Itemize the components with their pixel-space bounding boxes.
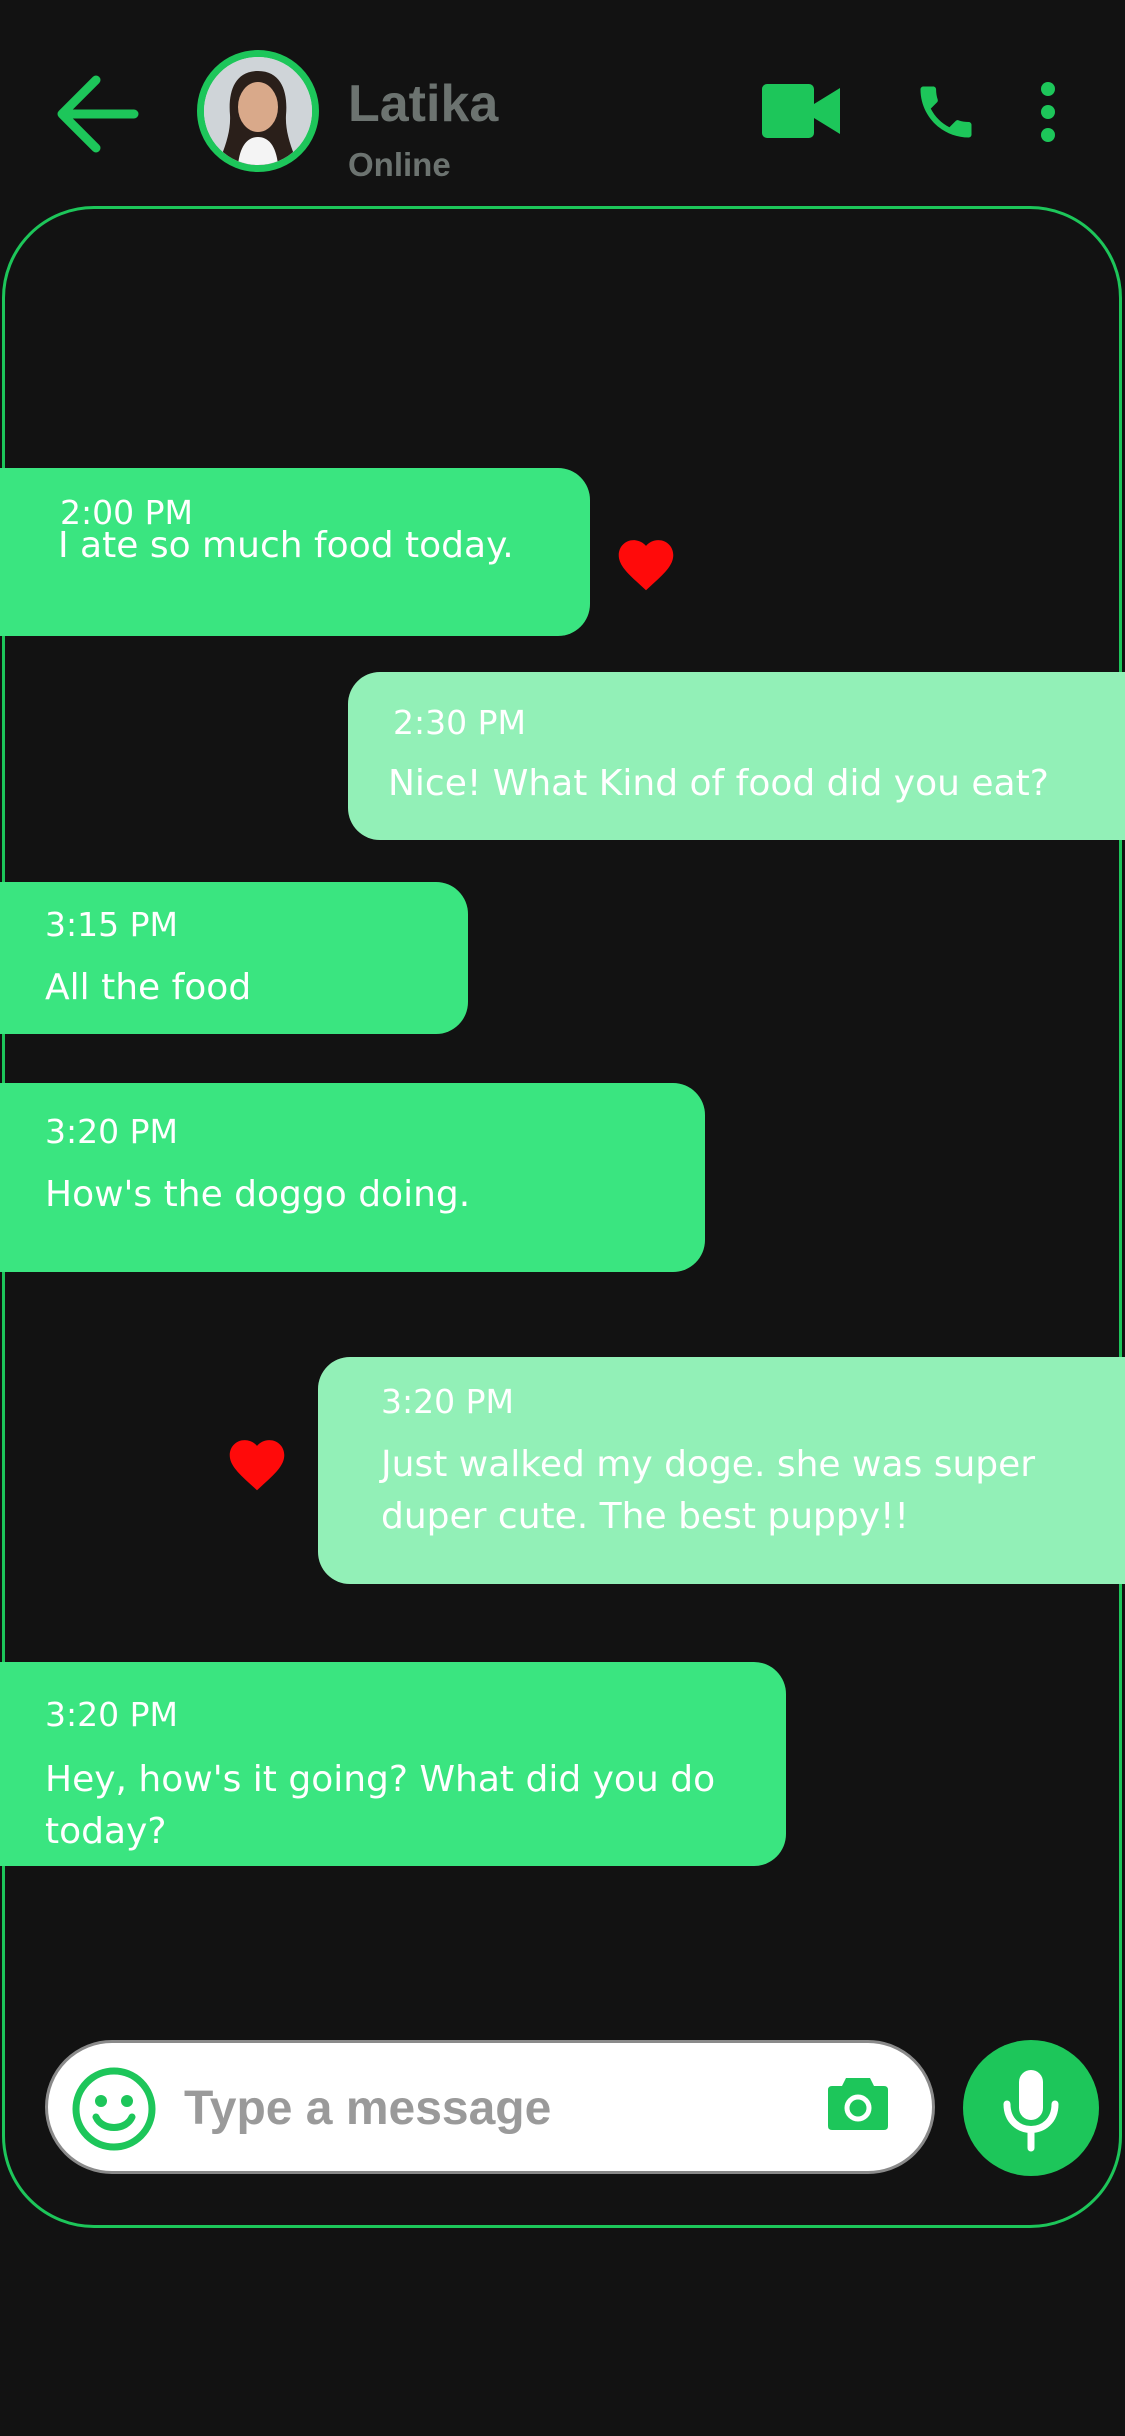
microphone-icon	[1003, 2070, 1059, 2152]
message-time: 3:15 PM	[45, 905, 178, 944]
emoji-button[interactable]	[70, 2065, 158, 2153]
message-text: How's the doggo doing.	[45, 1174, 471, 1215]
video-camera-icon	[762, 84, 840, 138]
message-text: Just walked my doge. she was super duper…	[381, 1444, 1036, 1537]
camera-button[interactable]	[826, 2074, 890, 2132]
video-call-button[interactable]	[760, 80, 842, 142]
message-text: Hey, how's it going? What did you do tod…	[45, 1759, 716, 1852]
message-bubble-incoming[interactable]: 3:20 PM Hey, how's it going? What did yo…	[0, 1662, 786, 1866]
message-bubble-incoming[interactable]: 2:00 PM I ate so much food today.	[0, 468, 590, 636]
smiley-icon	[72, 2067, 156, 2151]
contact-name: Latika	[348, 75, 499, 133]
message-text: Nice! What Kind of food did you eat?	[388, 763, 1049, 804]
camera-icon	[828, 2078, 888, 2130]
message-input[interactable]	[182, 2070, 806, 2146]
avatar-image	[204, 57, 312, 165]
message-time: 3:20 PM	[45, 1695, 178, 1734]
message-bubble-outgoing[interactable]: 3:20 PM Just walked my doge. she was sup…	[318, 1357, 1125, 1584]
back-button[interactable]	[52, 70, 140, 158]
message-time: 3:20 PM	[381, 1382, 514, 1421]
heart-icon	[613, 532, 679, 592]
avatar[interactable]	[197, 50, 319, 172]
phone-icon	[920, 86, 972, 138]
contact-status: Online	[348, 146, 451, 183]
message-time: 2:30 PM	[393, 703, 526, 742]
message-text: All the food	[45, 967, 252, 1008]
microphone-button[interactable]	[963, 2040, 1099, 2176]
arrow-left-icon	[57, 75, 139, 153]
message-text: I ate so much food today.	[58, 525, 514, 566]
message-bubble-incoming[interactable]: 3:15 PM All the food	[0, 882, 468, 1034]
voice-call-button[interactable]	[912, 78, 980, 146]
message-bubble-incoming[interactable]: 3:20 PM How's the doggo doing.	[0, 1083, 705, 1272]
message-time: 3:20 PM	[45, 1112, 178, 1151]
more-options-button[interactable]	[1030, 76, 1066, 148]
more-vertical-icon	[1041, 82, 1055, 142]
message-bubble-outgoing[interactable]: 2:30 PM Nice! What Kind of food did you …	[348, 672, 1125, 840]
heart-icon	[224, 1432, 290, 1492]
